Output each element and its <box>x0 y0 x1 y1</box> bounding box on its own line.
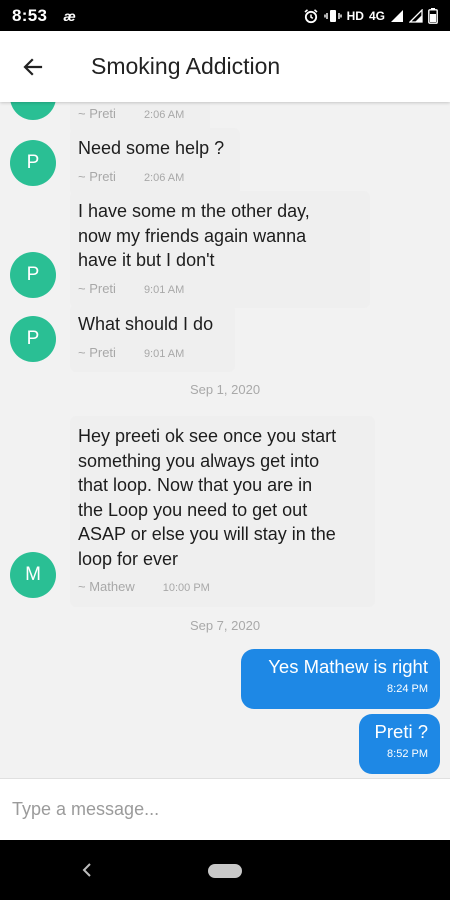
avatar[interactable]: P <box>10 316 56 362</box>
signal-icon <box>390 9 404 23</box>
outgoing-message-time: 8:52 PM <box>387 748 428 760</box>
arrow-left-icon <box>23 57 43 76</box>
vibrate-icon <box>323 9 342 23</box>
outgoing-message[interactable]: Preti ? 8:52 PM <box>359 714 440 774</box>
date-divider: Sep 1, 2020 <box>189 382 261 397</box>
status-bar: 8:53 æ HD 4G <box>0 0 450 31</box>
message-sender: ~ Preti <box>78 280 116 296</box>
app-bar: Smoking Addiction <box>0 31 450 102</box>
nav-back-button[interactable] <box>74 857 100 883</box>
avatar[interactable]: P <box>10 102 56 120</box>
message-meta: ~ Preti 2:06 AM <box>78 102 202 128</box>
message-meta: ~ Preti 9:01 AM <box>78 277 362 303</box>
chat-title: Smoking Addiction <box>91 53 281 79</box>
message-bubble: Hey preeti ok see once you start somethi… <box>70 416 375 607</box>
outgoing-message-text: Yes Mathew is right <box>268 656 428 677</box>
back-button[interactable] <box>0 31 66 102</box>
message-time: 9:01 AM <box>143 283 185 296</box>
message-text: What should I do <box>78 314 214 334</box>
app-notification-icon: æ <box>63 7 76 24</box>
outgoing-message-text: Preti ? <box>374 721 428 742</box>
message-time: 10:00 PM <box>162 582 210 594</box>
chevron-left-icon <box>82 863 91 877</box>
message-sender: ~ Mathew <box>78 579 135 594</box>
message-sender: ~ Preti <box>78 168 116 184</box>
signal-secondary-icon <box>409 8 423 23</box>
network-type: 4G <box>368 8 385 23</box>
system-nav-bar <box>0 840 450 900</box>
message-bubble: Need some help ? ~ Preti 2:06 AM <box>70 128 240 196</box>
date-divider: Sep 7, 2020 <box>189 618 261 633</box>
message-composer <box>0 778 450 840</box>
message-input[interactable] <box>12 799 438 820</box>
outgoing-message-time: 8:24 PM <box>387 683 428 695</box>
avatar[interactable]: P <box>10 252 56 298</box>
message-bubble: What should I do ~ Preti 9:01 AM <box>70 304 235 372</box>
message-bubble: I have some m the other day, now my frie… <box>70 191 370 308</box>
message-text: Hey preeti ok see once you start somethi… <box>78 426 337 569</box>
message-list[interactable]: P ~ Preti 2:06 AM P Need some help ? ~ P… <box>0 102 450 778</box>
avatar[interactable]: P <box>10 140 56 186</box>
status-time: 8:53 <box>12 5 48 25</box>
message-meta: ~ Preti 2:06 AM <box>78 165 232 191</box>
message-text: I have some m the other day, now my frie… <box>78 201 310 270</box>
nav-home-button[interactable] <box>208 864 242 878</box>
battery-icon <box>428 7 438 24</box>
chat-screen: 8:53 æ HD 4G Smoking Addiction ~ Preti 2… <box>0 0 450 900</box>
message-text: Need some help ? <box>78 138 225 158</box>
status-icons: HD 4G <box>303 7 438 24</box>
avatar[interactable]: M <box>10 552 56 598</box>
message-sender: ~ Preti <box>78 344 116 360</box>
hd-label: HD <box>346 8 364 23</box>
message-time: 2:06 AM <box>143 109 185 121</box>
outgoing-message[interactable]: Yes Mathew is right 8:24 PM <box>241 649 440 709</box>
alarm-icon <box>303 8 319 24</box>
message-meta: ~ Preti 9:01 AM <box>78 341 227 367</box>
message-time: 2:06 AM <box>143 171 185 184</box>
message-time: 9:01 AM <box>143 347 185 360</box>
message-meta: ~ Mathew 10:00 PM <box>78 575 367 601</box>
message-sender: ~ Preti <box>78 106 116 121</box>
